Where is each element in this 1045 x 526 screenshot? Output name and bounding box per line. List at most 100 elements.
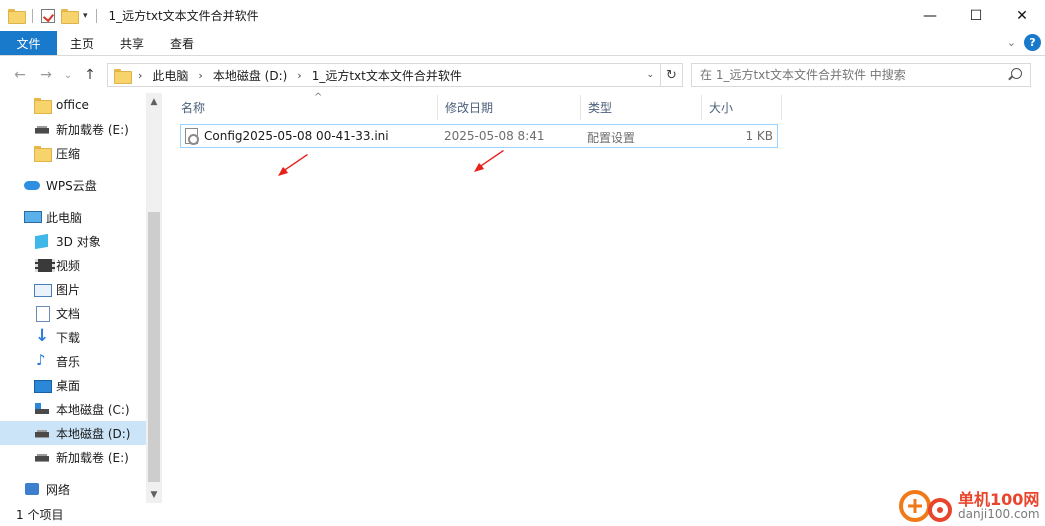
tab-view[interactable]: 查看 (157, 31, 207, 55)
maximize-button[interactable]: ☐ (953, 0, 999, 31)
sidebar-item-drive-c[interactable]: 本地磁盘 (C:) (0, 397, 146, 421)
status-bar: 1 个项目 (0, 503, 1045, 526)
sidebar-item-label: 本地磁盘 (C:) (56, 402, 130, 417)
title-bar: ▾ 1_远方txt文本文件合并软件 — ☐ ✕ (0, 0, 1045, 31)
scrollbar-thumb[interactable] (148, 212, 160, 482)
column-header-label: 大小 (709, 101, 734, 115)
divider (95, 8, 97, 23)
drive-icon (34, 450, 50, 464)
search-box[interactable] (691, 63, 1031, 87)
column-header-size[interactable]: 大小 (702, 95, 782, 120)
ribbon-tabs: 文件 主页 共享 查看 ⌄ ? (0, 31, 1045, 56)
help-icon[interactable]: ? (1024, 34, 1041, 51)
file-list: 名称 ^ 修改日期 类型 大小 Config2025-05-08 00-41-3… (162, 92, 1045, 503)
sidebar-item-office[interactable]: office (0, 93, 146, 117)
address-bar[interactable]: › 此电脑 › 本地磁盘 (D:) › 1_远方txt文本文件合并软件 ⌄ (107, 63, 661, 87)
settings-file-icon (185, 128, 199, 145)
sidebar-item-label: 压缩 (56, 146, 81, 161)
minimize-button[interactable]: — (907, 0, 953, 31)
folder-icon (114, 68, 132, 84)
breadcrumb-separator-icon[interactable]: › (297, 69, 301, 82)
file-size: 1 KB (745, 129, 773, 143)
network-icon (24, 482, 40, 496)
customize-toolbar-chevron-icon[interactable]: ▾ (83, 11, 88, 21)
sidebar-item-videos[interactable]: 视频 (0, 253, 146, 277)
scroll-down-arrow-icon[interactable]: ▼ (146, 486, 162, 503)
drive-icon (34, 426, 50, 440)
file-type: 配置设置 (587, 131, 636, 145)
sidebar-item-compress[interactable]: 压缩 (0, 141, 146, 165)
item-count: 1 个项目 (16, 508, 64, 522)
sidebar-item-label: 此电脑 (46, 210, 83, 225)
sidebar-item-documents[interactable]: 文档 (0, 301, 146, 325)
search-icon[interactable] (1011, 68, 1022, 79)
sidebar-item-label: WPS云盘 (46, 178, 97, 193)
scroll-up-arrow-icon[interactable]: ▲ (146, 93, 162, 110)
column-header-date-modified[interactable]: 修改日期 (438, 95, 581, 120)
sidebar-item-desktop[interactable]: 桌面 (0, 373, 146, 397)
recent-locations-chevron-icon[interactable]: ⌄ (58, 70, 78, 81)
download-icon (34, 326, 50, 346)
sidebar-item-wps-cloud[interactable]: WPS云盘 (0, 173, 146, 197)
properties-icon[interactable] (41, 8, 55, 23)
breadcrumb-this-pc[interactable]: 此电脑 (152, 67, 188, 84)
sidebar-item-label: 图片 (56, 282, 81, 297)
drive-icon (34, 122, 50, 136)
window-title: 1_远方txt文本文件合并软件 (108, 9, 259, 23)
sidebar-item-label: 3D 对象 (56, 234, 101, 249)
folder-icon (8, 9, 26, 24)
breadcrumb-separator-icon[interactable]: › (138, 69, 142, 82)
pictures-icon (34, 282, 52, 297)
column-header-name[interactable]: 名称 ^ (174, 92, 438, 120)
sidebar-item-label: 新加载卷 (E:) (56, 122, 129, 137)
sidebar-item-music[interactable]: 音乐 (0, 349, 146, 373)
search-input[interactable] (700, 68, 1000, 82)
divider (32, 8, 33, 23)
sidebar-scrollbar[interactable]: ▲ ▼ (146, 93, 162, 503)
desktop-icon (34, 378, 52, 393)
forward-arrow-icon[interactable]: → (36, 67, 56, 83)
navigation-bar: ← → ⌄ ↑ › 此电脑 › 本地磁盘 (D:) › 1_远方txt文本文件合… (0, 57, 1045, 93)
tab-share[interactable]: 共享 (107, 31, 157, 55)
sidebar-item-pictures[interactable]: 图片 (0, 277, 146, 301)
computer-icon (24, 210, 42, 224)
breadcrumb-separator-icon[interactable]: › (198, 69, 202, 82)
tab-file[interactable]: 文件 (0, 31, 57, 55)
window-controls: — ☐ ✕ (907, 0, 1045, 31)
navigation-pane: office 新加载卷 (E:) 压缩 WPS云盘 此电脑 3D 对象 视频 图… (0, 93, 162, 503)
close-button[interactable]: ✕ (999, 0, 1045, 31)
documents-icon (34, 306, 50, 322)
sidebar-item-drive-e-quick[interactable]: 新加载卷 (E:) (0, 117, 146, 141)
sidebar-item-drive-d[interactable]: 本地磁盘 (D:) (0, 421, 146, 445)
sidebar-item-drive-e[interactable]: 新加载卷 (E:) (0, 445, 146, 469)
sort-ascending-icon: ^ (314, 92, 323, 103)
sidebar-item-downloads[interactable]: 下载 (0, 325, 146, 349)
column-header-label: 名称 (181, 101, 206, 115)
annotation-arrow-icon (474, 150, 504, 172)
address-history-chevron-icon[interactable]: ⌄ (646, 70, 654, 80)
sidebar-item-3d-objects[interactable]: 3D 对象 (0, 229, 146, 253)
column-header-label: 修改日期 (445, 101, 494, 115)
breadcrumb-drive-d[interactable]: 本地磁盘 (D:) (213, 67, 287, 84)
expand-ribbon-chevron-icon[interactable]: ⌄ (1007, 36, 1016, 49)
sidebar-item-network[interactable]: 网络 (0, 477, 146, 501)
breadcrumb-current-folder[interactable]: 1_远方txt文本文件合并软件 (312, 67, 462, 84)
quick-access-toolbar: ▾ (0, 0, 99, 31)
refresh-icon[interactable]: ↻ (661, 63, 683, 87)
up-arrow-icon[interactable]: ↑ (80, 67, 100, 83)
file-row[interactable]: Config2025-05-08 00-41-33.ini 2025-05-08… (180, 124, 778, 148)
sidebar-item-label: office (56, 98, 89, 112)
folder-icon (34, 98, 52, 114)
music-icon (34, 351, 50, 369)
sidebar-item-label: 新加载卷 (E:) (56, 450, 129, 465)
sidebar-item-label: 下载 (56, 330, 81, 345)
new-folder-icon[interactable] (61, 9, 79, 24)
tab-home[interactable]: 主页 (57, 31, 107, 55)
3d-objects-icon (34, 234, 50, 248)
column-header-type[interactable]: 类型 (581, 95, 702, 120)
folder-icon (34, 146, 52, 162)
sidebar-item-label: 网络 (46, 482, 71, 497)
video-icon (34, 258, 55, 272)
back-arrow-icon[interactable]: ← (10, 67, 30, 83)
sidebar-item-this-pc[interactable]: 此电脑 (0, 205, 146, 229)
